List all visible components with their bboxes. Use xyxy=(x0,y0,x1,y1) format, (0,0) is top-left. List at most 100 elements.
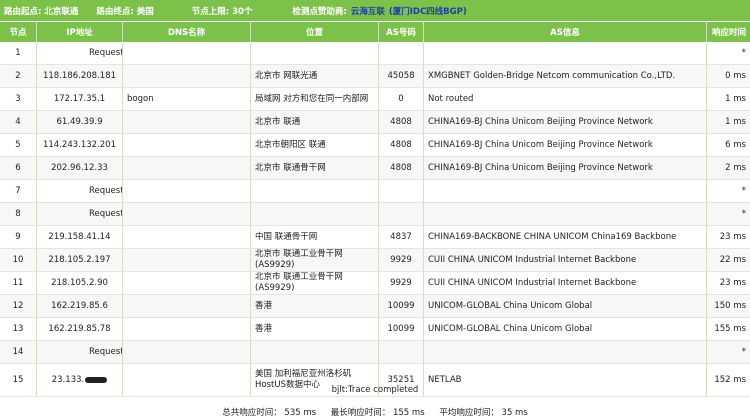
dns-cell xyxy=(123,203,251,225)
ip-cell: 162.219.85.78 xyxy=(37,318,123,340)
hop-cell: 11 xyxy=(0,272,37,294)
table-row: 10 218.105.2.197 北京市 联通工业骨干网(AS9929) 9929 CU… xyxy=(0,249,750,272)
location-cell: 中国 联通骨干网 xyxy=(251,226,379,248)
table-row: 7Request TimeOut * xyxy=(0,180,750,203)
as-number-cell: 4808 xyxy=(379,111,424,133)
hop-cell: 4 xyxy=(0,111,37,133)
as-number-cell xyxy=(379,42,424,64)
col-hop: 节点 xyxy=(0,22,37,42)
as-info-cell xyxy=(424,42,707,64)
ip-cell: 61.49.39.9 xyxy=(37,111,123,133)
dns-cell xyxy=(123,134,251,156)
dns-cell xyxy=(123,272,251,294)
location-cell: 香港 xyxy=(251,295,379,317)
hop-cell: 6 xyxy=(0,157,37,179)
col-dns: DNS名称 xyxy=(123,22,251,42)
as-info-cell: CHINA169-BJ China Unicom Beijing Provinc… xyxy=(424,157,707,179)
location-cell: 局域网 对方和您在同一内部网 xyxy=(251,88,379,110)
hop-cell: 10 xyxy=(0,249,37,271)
location-cell: 北京市朝阳区 联通 xyxy=(251,134,379,156)
location-cell: 北京市 联通工业骨干网(AS9929) xyxy=(251,272,379,294)
response-time-cell: * xyxy=(741,347,746,357)
location-cell xyxy=(251,180,379,202)
as-number-cell: 9929 xyxy=(379,249,424,271)
response-time-cell: 155 ms xyxy=(714,324,746,334)
as-number-cell xyxy=(379,203,424,225)
dns-cell xyxy=(123,180,251,202)
avg-time: 平均响应时间： 35 ms xyxy=(439,408,528,418)
as-info-cell: CUII CHINA UNICOM Industrial Internet Ba… xyxy=(424,249,707,271)
dns-cell xyxy=(123,42,251,64)
table-body: 1Request TimeOut*2118.186.208.181北京市 网联光… xyxy=(0,42,750,397)
ip-cell: 218.105.2.90 xyxy=(37,272,123,294)
table-row: 13 162.219.85.78 香港 10099 UNICOM-GLOBAL Chin… xyxy=(0,318,750,341)
hop-cell: 12 xyxy=(0,295,37,317)
sponsor-link[interactable]: 云海互联 xyxy=(351,5,385,17)
as-number-cell: 10099 xyxy=(379,318,424,340)
as-number-cell xyxy=(379,341,424,363)
response-time-cell: 150 ms xyxy=(714,301,746,311)
response-time-cell: 0 ms xyxy=(725,71,746,81)
table-row: 9 219.158.41.14 中国 联通骨干网 4837 CHINA169-BACKB… xyxy=(0,226,750,249)
dns-cell xyxy=(123,295,251,317)
location-cell: 北京市 联通 xyxy=(251,111,379,133)
col-response-time: 响应时间 xyxy=(711,28,746,38)
as-number-cell: 10099 xyxy=(379,295,424,317)
ip-cell: 202.96.12.33 xyxy=(37,157,123,179)
location-cell: 北京市 网联光通 xyxy=(251,65,379,87)
trace-summary: 总共响应时间： 535 ms 最长响应时间： 155 ms 平均响应时间： 35… xyxy=(0,406,750,418)
dns-cell xyxy=(123,157,251,179)
as-number-cell: 4837 xyxy=(379,226,424,248)
as-info-cell: CHINA169-BJ China Unicom Beijing Provinc… xyxy=(424,111,707,133)
response-time-cell: 23 ms xyxy=(719,232,746,242)
hop-cell: 5 xyxy=(0,134,37,156)
location-cell xyxy=(251,203,379,225)
ip-cell: 218.105.2.197 xyxy=(37,249,123,271)
response-time-cell: 2 ms xyxy=(725,163,746,173)
response-time-cell: 1 ms xyxy=(725,94,746,104)
as-info-cell: UNICOM-GLOBAL China Unicom Global xyxy=(424,295,707,317)
response-time-cell: 1 ms xyxy=(725,117,746,127)
location-cell: 香港 xyxy=(251,318,379,340)
route-info-bar: 路由起点: 北京联通 路由终点: 美国 节点上限: 30个 检测点赞助商: 云海… xyxy=(0,0,750,21)
table-row: 11 218.105.2.90 北京市 联通工业骨干网(AS9929) 9929 CUI… xyxy=(0,272,750,295)
as-info-cell xyxy=(424,180,707,202)
hop-cell: 7 xyxy=(0,180,37,202)
table-row: 8Request TimeOut * xyxy=(0,203,750,226)
response-time-cell: * xyxy=(741,186,746,196)
table-row: 4 61.49.39.9 北京市 联通 4808 CHINA169-BJ China U… xyxy=(0,111,750,134)
table-header: 节点 IP地址 DNS名称 位置 AS号码 AS信息 响应时间 xyxy=(0,22,750,42)
as-number-cell: 9929 xyxy=(379,272,424,294)
dns-cell xyxy=(123,318,251,340)
as-info-cell xyxy=(424,341,707,363)
ip-cell: Request TimeOut xyxy=(37,203,123,225)
as-info-cell: CHINA169-BJ China Unicom Beijing Provinc… xyxy=(424,134,707,156)
dns-cell xyxy=(123,65,251,87)
sponsor-detail-link[interactable]: (厦门IDC四线BGP) xyxy=(389,5,467,17)
ip-cell: 162.219.85.6 xyxy=(37,295,123,317)
as-number-cell: 4808 xyxy=(379,134,424,156)
hop-cell: 8 xyxy=(0,203,37,225)
col-ip: IP地址 xyxy=(37,22,123,42)
ip-cell: 219.158.41.14 xyxy=(37,226,123,248)
as-number-cell: 4808 xyxy=(379,157,424,179)
ip-cell: Request TimeOut xyxy=(37,341,123,363)
dns-cell xyxy=(123,341,251,363)
node-limit: 节点上限: 30个 xyxy=(191,6,253,17)
hop-cell: 13 xyxy=(0,318,37,340)
response-time-cell: * xyxy=(741,209,746,219)
as-number-cell: 45058 xyxy=(379,65,424,87)
ip-cell: 118.186.208.181 xyxy=(37,65,123,87)
dns-cell xyxy=(123,226,251,248)
col-location: 位置 xyxy=(251,22,379,42)
as-number-cell xyxy=(379,180,424,202)
traceroute-table: 节点 IP地址 DNS名称 位置 AS号码 AS信息 响应时间 1 Request… xyxy=(0,22,750,397)
as-info-cell: CUII CHINA UNICOM Industrial Internet Ba… xyxy=(424,272,707,294)
redaction-mark xyxy=(85,377,108,383)
ip-cell: 114.243.132.201 xyxy=(37,134,123,156)
location-cell: 北京市 联通骨干网 xyxy=(251,157,379,179)
location-cell xyxy=(251,42,379,64)
table-row: 5 114.243.132.201 北京市朝阳区 联通 4808 CHINA169-BJ… xyxy=(0,134,750,157)
route-start: 路由起点: 北京联通 xyxy=(4,6,79,17)
dns-cell xyxy=(123,249,251,271)
